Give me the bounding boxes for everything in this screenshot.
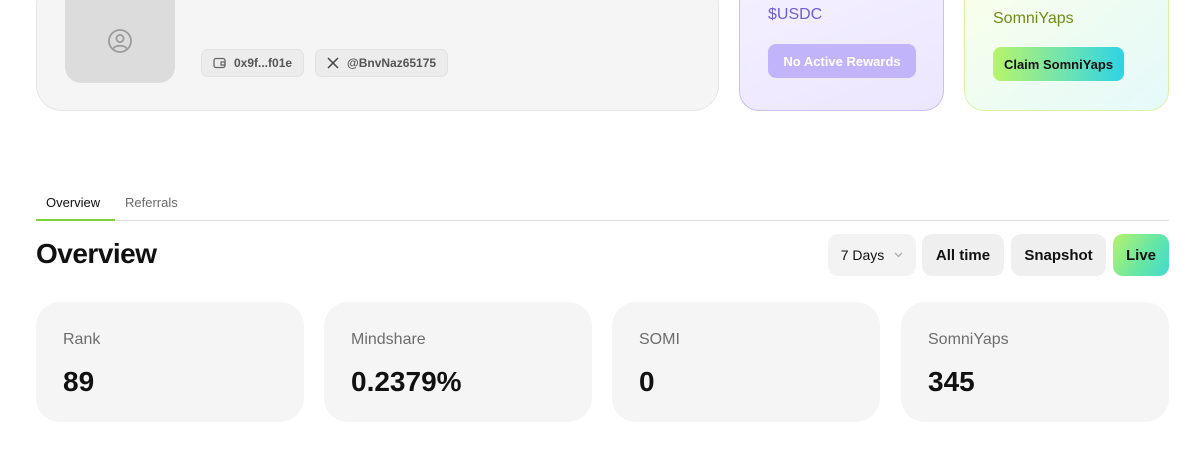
stat-label: SOMI	[639, 331, 680, 348]
tab-referrals[interactable]: Referrals	[125, 195, 178, 219]
active-tab-indicator	[36, 219, 115, 221]
profile-card: 0x9f...f01e @BnvNaz65175	[36, 0, 719, 111]
days-select-value: 7 Days	[840, 247, 885, 263]
stat-value: 0	[639, 366, 655, 397]
x-handle: @BnvNaz65175	[347, 56, 437, 70]
live-button[interactable]: Live	[1113, 234, 1169, 276]
x-handle-chip[interactable]: @BnvNaz65175	[315, 49, 449, 77]
days-select[interactable]: 7 Days	[828, 234, 916, 276]
stat-label: Mindshare	[351, 331, 426, 348]
stat-label: SomniYaps	[928, 331, 1009, 348]
user-circle-icon	[108, 29, 132, 53]
all-time-button[interactable]: All time	[922, 234, 1004, 276]
avatar	[65, 0, 175, 83]
wallet-icon	[213, 57, 226, 69]
tab-bar: Overview Referrals	[36, 190, 1169, 221]
profile-page: 0x9f...f01e @BnvNaz65175 $USDC No Active…	[0, 0, 1199, 454]
tab-overview[interactable]: Overview	[46, 195, 100, 219]
somniyaps-reward-card: SomniYaps Claim SomniYaps	[964, 0, 1169, 111]
stat-card-somniyaps: SomniYaps 345	[901, 302, 1169, 422]
stat-value: 345	[928, 366, 975, 397]
somniyaps-reward-title: SomniYaps	[993, 10, 1074, 27]
stat-card-rank: Rank 89	[36, 302, 304, 422]
claim-somniyaps-button[interactable]: Claim SomniYaps	[993, 47, 1124, 81]
page-title: Overview	[36, 238, 157, 269]
stat-label: Rank	[63, 331, 101, 348]
wallet-address-chip[interactable]: 0x9f...f01e	[201, 49, 305, 77]
stat-card-somi: SOMI 0	[612, 302, 880, 422]
stat-value: 0.2379%	[351, 366, 462, 397]
snapshot-button[interactable]: Snapshot	[1011, 234, 1106, 276]
usdc-reward-title: $USDC	[768, 6, 823, 23]
chevron-down-icon	[894, 252, 903, 258]
usdc-reward-card: $USDC No Active Rewards	[739, 0, 944, 111]
stat-card-mindshare: Mindshare 0.2379%	[324, 302, 592, 422]
wallet-address: 0x9f...f01e	[234, 56, 293, 70]
x-logo-icon	[327, 57, 339, 69]
no-active-rewards-button[interactable]: No Active Rewards	[768, 44, 916, 78]
stat-value: 89	[63, 366, 95, 397]
